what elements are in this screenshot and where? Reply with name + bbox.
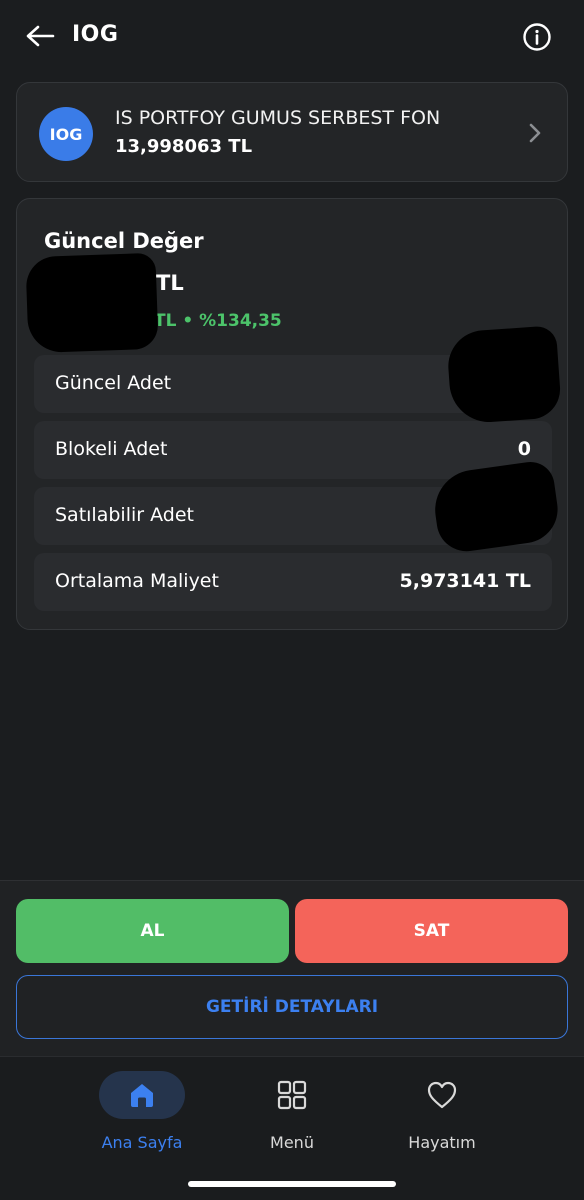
tab-label: Hayatım [408, 1133, 476, 1152]
redaction-mark [445, 325, 563, 425]
tab-home[interactable]: Ana Sayfa [72, 1071, 212, 1171]
row-average-cost: Ortalama Maliyet 5,973141 TL [34, 553, 552, 611]
tab-icon-wrap [249, 1071, 335, 1119]
current-value-card: Güncel Değer TL TL • %134,35 Güncel Adet… [16, 198, 568, 630]
buy-button[interactable]: AL [16, 899, 289, 963]
redaction-mark [25, 252, 159, 354]
return-details-button[interactable]: GETİRİ DETAYLARI [16, 975, 568, 1039]
home-icon [131, 1084, 153, 1107]
fund-name: IS PORTFOY GUMUS SERBEST FON [115, 107, 441, 129]
current-value-currency: TL [156, 271, 184, 295]
tab-menu[interactable]: Menü [222, 1071, 362, 1171]
action-area: AL SAT GETİRİ DETAYLARI [0, 880, 584, 1056]
current-value-title: Güncel Değer [44, 229, 204, 253]
tab-bar: Ana Sayfa Menü Hayatım [0, 1056, 584, 1200]
home-indicator [188, 1181, 396, 1187]
heart-icon [427, 1081, 457, 1109]
tab-hayatim[interactable]: Hayatım [372, 1071, 512, 1171]
fund-logo: IOG [39, 107, 93, 161]
sell-button[interactable]: SAT [295, 899, 568, 963]
grid-icon [277, 1080, 307, 1110]
fund-detail-screen: IOG IOG IS PORTFOY GUMUS SERBEST FON 13,… [0, 0, 584, 1200]
tab-icon-wrap [399, 1071, 485, 1119]
info-icon [523, 23, 551, 51]
info-button[interactable] [522, 22, 552, 52]
row-label: Ortalama Maliyet [55, 570, 219, 592]
fund-card[interactable]: IOG IS PORTFOY GUMUS SERBEST FON 13,9980… [16, 82, 568, 182]
row-label: Güncel Adet [55, 372, 172, 394]
arrow-left-icon [26, 25, 55, 47]
row-value: 0 [517, 438, 531, 460]
back-button[interactable] [22, 20, 58, 52]
page-title: IOG [72, 22, 119, 47]
header: IOG [0, 0, 584, 76]
current-value-change-text: TL • %134,35 [154, 311, 282, 331]
tab-label: Ana Sayfa [101, 1133, 183, 1152]
chevron-right-icon [529, 123, 541, 143]
row-label: Satılabilir Adet [55, 504, 194, 526]
row-label: Blokeli Adet [55, 438, 168, 460]
fund-price: 13,998063 TL [115, 136, 253, 157]
row-value: 5,973141 TL [399, 570, 531, 592]
tab-label: Menü [270, 1133, 314, 1152]
tab-icon-wrap [99, 1071, 185, 1119]
